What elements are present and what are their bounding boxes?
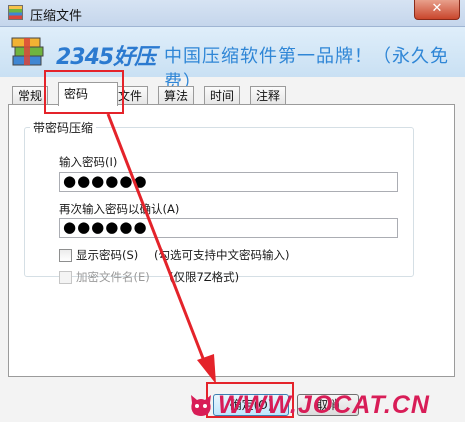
tab-general[interactable]: 常规 (12, 86, 49, 104)
tab-comment[interactable]: 注释 (250, 86, 287, 104)
password-input[interactable]: ●●●●●● (59, 172, 398, 192)
show-password-note: (勾选可支持中文密码输入) (154, 248, 290, 262)
confirm-password-input[interactable]: ●●●●●● (59, 218, 398, 238)
ok-button[interactable]: 确定(O) (213, 394, 289, 416)
encrypt-filenames-checkbox[interactable] (59, 271, 72, 284)
tab-strip: 常规 密码 文件 算法 时间 注释 (0, 82, 465, 106)
password-label: 输入密码(I) (59, 155, 118, 169)
tab-algorithm[interactable]: 算法 (158, 86, 195, 104)
show-password-label[interactable]: 显示密码(S) (76, 247, 138, 263)
title-bar: 压缩文件 ✕ (0, 0, 465, 27)
brand-logo-text: 2345好压 (56, 45, 156, 70)
tab-time[interactable]: 时间 (204, 86, 241, 104)
app-books-icon (8, 5, 23, 20)
encrypt-filenames-note: (仅限7Z格式) (169, 270, 240, 284)
show-password-checkbox[interactable] (59, 249, 72, 262)
cancel-button[interactable]: 取消 (297, 394, 359, 416)
cat-head-icon (191, 395, 211, 416)
tab-password[interactable]: 密码 (58, 82, 118, 106)
encrypt-filenames-label: 加密文件名(E) (76, 270, 150, 284)
groupbox-legend: 带密码压缩 (30, 119, 97, 136)
books-stack-icon (11, 37, 44, 66)
brand-banner: 2345好压 中国压缩软件第一品牌！（永久免费） (0, 27, 465, 93)
close-button[interactable]: ✕ (414, 0, 460, 20)
confirm-password-label: 再次输入密码以确认(A) (59, 202, 180, 216)
window-title: 压缩文件 (30, 9, 83, 24)
